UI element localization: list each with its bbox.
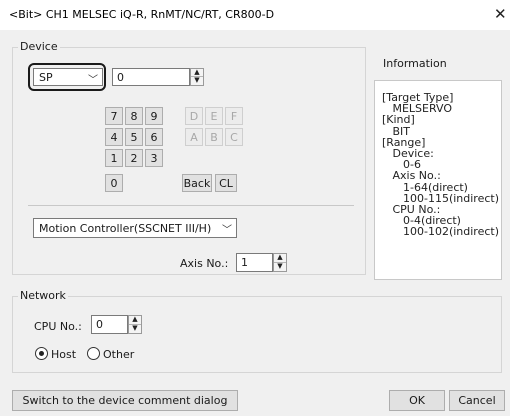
keypad-key[interactable]: 1 (105, 149, 123, 167)
keypad-key[interactable]: 7 (105, 107, 123, 125)
information-line: [Kind] (382, 113, 415, 127)
device-number-input[interactable]: 0 (112, 68, 190, 86)
controller-type-value: Motion Controller(SSCNET III/H) (39, 221, 212, 235)
keypad-key: F (225, 107, 243, 125)
information-title: Information (383, 57, 447, 70)
network-group-label: Network (18, 289, 68, 302)
information-line: BIT (382, 124, 410, 138)
information-line: 1-64(direct) (382, 180, 468, 194)
ok-button[interactable]: OK (389, 390, 445, 411)
spin-down-icon[interactable]: ▼ (129, 324, 141, 334)
back-button[interactable]: Back (182, 174, 212, 192)
spin-down-icon[interactable]: ▼ (274, 262, 286, 272)
clear-button[interactable]: CL (215, 174, 237, 192)
keypad-key: B (205, 128, 223, 146)
device-number-value: 0 (117, 70, 124, 84)
dialog-title: <Bit> CH1 MELSEC iQ-R, RnMT/NC/RT, CR800… (9, 8, 275, 21)
keypad-key: A (185, 128, 203, 146)
information-line: Axis No.: (382, 169, 441, 183)
keypad-key[interactable]: 9 (145, 107, 163, 125)
chevron-down-icon: ﹀ (88, 75, 98, 86)
close-icon[interactable]: ✕ (494, 5, 510, 23)
title-bar: <Bit> CH1 MELSEC iQ-R, RnMT/NC/RT, CR800… (0, 0, 510, 30)
host-radio[interactable] (35, 347, 48, 360)
network-group (12, 296, 502, 373)
keypad-key[interactable]: 6 (145, 128, 163, 146)
spin-down-icon[interactable]: ▼ (191, 77, 203, 85)
device-separator (28, 205, 354, 206)
cpu-no-spinner[interactable]: ▲ ▼ (128, 315, 142, 334)
other-radio-label[interactable]: Other (103, 348, 134, 361)
keypad-key: E (205, 107, 223, 125)
keypad-key: D (185, 107, 203, 125)
device-group-label: Device (18, 40, 60, 53)
information-line: 100-102(indirect) (382, 225, 499, 239)
cancel-button[interactable]: Cancel (449, 390, 505, 411)
keypad-key-0[interactable]: 0 (105, 174, 123, 192)
keypad-key[interactable]: 3 (145, 149, 163, 167)
device-type-value: SP (39, 70, 53, 84)
device-type-dropdown[interactable]: SP ﹀ (33, 68, 103, 86)
axis-no-label: Axis No.: (180, 257, 229, 270)
other-radio[interactable] (87, 347, 100, 360)
keypad-key[interactable]: 5 (125, 128, 143, 146)
device-number-spinner[interactable]: ▲ ▼ (190, 68, 204, 86)
cpu-no-value: 0 (96, 318, 103, 331)
axis-no-spinner[interactable]: ▲ ▼ (273, 253, 287, 272)
axis-no-input[interactable]: 1 (236, 253, 273, 272)
controller-type-dropdown[interactable]: Motion Controller(SSCNET III/H) ﹀ (33, 218, 237, 238)
cpu-no-label: CPU No.: (34, 320, 82, 333)
chevron-down-icon: ﹀ (222, 225, 232, 236)
switch-device-comment-button[interactable]: Switch to the device comment dialog (12, 390, 238, 411)
keypad-key[interactable]: 2 (125, 149, 143, 167)
keypad-key[interactable]: 8 (125, 107, 143, 125)
cpu-no-input[interactable]: 0 (91, 315, 128, 334)
axis-no-value: 1 (241, 256, 248, 269)
host-radio-label[interactable]: Host (51, 348, 76, 361)
device-dialog: <Bit> CH1 MELSEC iQ-R, RnMT/NC/RT, CR800… (0, 0, 510, 416)
keypad-key: C (225, 128, 243, 146)
keypad-key[interactable]: 4 (105, 128, 123, 146)
